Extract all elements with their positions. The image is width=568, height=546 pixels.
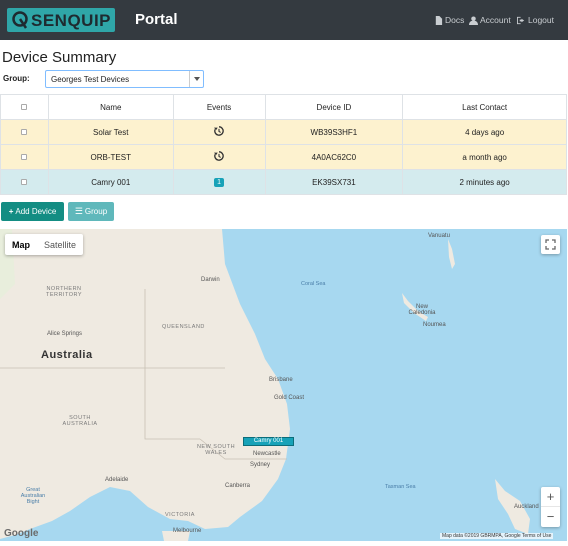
zoom-out-button[interactable]: − xyxy=(541,507,560,527)
document-icon xyxy=(435,15,443,25)
events-cell[interactable]: 1 xyxy=(172,169,266,195)
map-label-melbourne: Melbourne xyxy=(173,528,202,534)
header-name[interactable]: Name xyxy=(47,94,174,120)
map-label-alice: Alice Springs xyxy=(47,331,83,337)
device-id: EK39SX731 xyxy=(264,169,404,195)
group-button-label: Group xyxy=(84,207,108,216)
events-count-badge[interactable]: 1 xyxy=(214,178,225,187)
map-attribution[interactable]: Map data ©2019 GBRMPA, Google Terms of U… xyxy=(440,533,554,539)
device-map[interactable]: Map Satellite Darwin NORTHERN TERRITORY … xyxy=(0,229,567,541)
plus-icon: + xyxy=(8,207,14,216)
device-id: 4A0AC62C0 xyxy=(264,144,404,170)
map-type-map[interactable]: Map xyxy=(5,234,37,255)
logout-link[interactable]: Logout xyxy=(517,15,554,25)
group-select[interactable]: Georges Test Devices xyxy=(45,70,204,88)
header-device-id[interactable]: Device ID xyxy=(264,94,404,120)
map-label-coral-sea: Coral Sea xyxy=(301,281,326,287)
navbar: SENQUIP Portal Docs Account Logout xyxy=(0,0,568,40)
senquip-logo-icon xyxy=(12,11,28,29)
device-name[interactable]: Camry 001 xyxy=(47,169,174,195)
page-title: Device Summary xyxy=(2,49,117,66)
group-select-value: Georges Test Devices xyxy=(51,75,130,84)
list-icon: ☰ xyxy=(74,206,83,216)
header-events[interactable]: Events xyxy=(172,94,266,120)
user-icon xyxy=(469,15,478,25)
map-label-qld: QUEENSLAND xyxy=(162,324,205,330)
map-label-nt: NORTHERN TERRITORY xyxy=(45,286,83,298)
map-label-noumea: Noumea xyxy=(423,322,446,328)
logout-link-label: Logout xyxy=(528,15,554,25)
map-label-brisbane: Brisbane xyxy=(269,377,293,383)
map-label-sa: SOUTH AUSTRALIA xyxy=(62,415,98,427)
map-label-bight: Great Australian Bight xyxy=(20,487,46,505)
group-button[interactable]: ☰ Group xyxy=(68,202,114,221)
table-header-row: Name Events Device ID Last Contact xyxy=(0,94,567,120)
map-label-tasman-sea: Tasman Sea xyxy=(385,484,416,490)
device-id: WB39S3HF1 xyxy=(264,119,404,145)
device-name[interactable]: Solar Test xyxy=(47,119,174,145)
device-map-marker[interactable]: Camry 001 xyxy=(243,437,294,446)
google-logo: Google xyxy=(4,528,39,539)
map-label-nsw: NEW SOUTH WALES xyxy=(196,444,236,456)
add-device-label: Add Device xyxy=(15,207,57,216)
last-contact: a month ago xyxy=(402,144,567,170)
fullscreen-button[interactable] xyxy=(541,235,560,254)
row-checkbox[interactable] xyxy=(21,128,28,135)
fullscreen-icon xyxy=(545,239,556,250)
map-land xyxy=(0,229,530,541)
last-contact: 4 days ago xyxy=(402,119,567,145)
map-label-vanuatu: Vanuatu xyxy=(428,233,450,239)
map-label-darwin: Darwin xyxy=(201,277,220,283)
chevron-down-icon xyxy=(189,71,203,87)
history-icon[interactable] xyxy=(214,126,224,136)
group-label: Group: xyxy=(3,74,30,83)
map-label-newcastle: Newcastle xyxy=(253,451,281,457)
logo-text: SENQUIP xyxy=(31,11,112,30)
last-contact: 2 minutes ago xyxy=(402,169,567,195)
map-type-satellite[interactable]: Satellite xyxy=(37,234,83,255)
account-link-label: Account xyxy=(480,15,511,25)
row-checkbox[interactable] xyxy=(21,153,28,160)
zoom-control: + − xyxy=(541,487,560,527)
map-label-vic: VICTORIA xyxy=(165,512,195,518)
events-cell[interactable] xyxy=(172,119,266,145)
history-icon[interactable] xyxy=(214,151,224,161)
table-row[interactable]: ORB-TEST 4A0AC62C0 a month ago xyxy=(0,144,567,170)
header-last-contact[interactable]: Last Contact xyxy=(402,94,567,120)
account-link[interactable]: Account xyxy=(469,15,511,25)
map-label-auckland: Auckland xyxy=(514,504,539,510)
add-device-button[interactable]: + Add Device xyxy=(1,202,64,221)
table-row[interactable]: Solar Test WB39S3HF1 4 days ago xyxy=(0,119,567,145)
map-label-sydney: Sydney xyxy=(250,462,271,468)
logout-icon xyxy=(517,16,525,24)
map-type-control[interactable]: Map Satellite xyxy=(5,234,84,255)
map-label-canberra: Canberra xyxy=(225,483,251,489)
device-name[interactable]: ORB-TEST xyxy=(47,144,174,170)
row-checkbox[interactable] xyxy=(21,178,28,185)
map-label-adelaide: Adelaide xyxy=(105,477,129,483)
zoom-in-button[interactable]: + xyxy=(541,487,560,507)
select-all-checkbox[interactable] xyxy=(21,103,28,110)
map-label-goldcoast: Gold Coast xyxy=(274,395,305,401)
device-table: Name Events Device ID Last Contact Solar… xyxy=(0,94,567,195)
docs-link[interactable]: Docs xyxy=(434,15,464,25)
map-label-new-caledonia: New Caledonia xyxy=(408,304,436,316)
senquip-logo[interactable]: SENQUIP xyxy=(7,8,115,32)
events-cell[interactable] xyxy=(172,144,266,170)
map-label-australia: Australia xyxy=(41,349,93,361)
portal-brand[interactable]: Portal xyxy=(135,11,178,28)
table-row[interactable]: Camry 001 1 EK39SX731 2 minutes ago xyxy=(0,169,567,195)
select-all-cell xyxy=(0,94,49,120)
docs-link-label: Docs xyxy=(445,15,465,25)
